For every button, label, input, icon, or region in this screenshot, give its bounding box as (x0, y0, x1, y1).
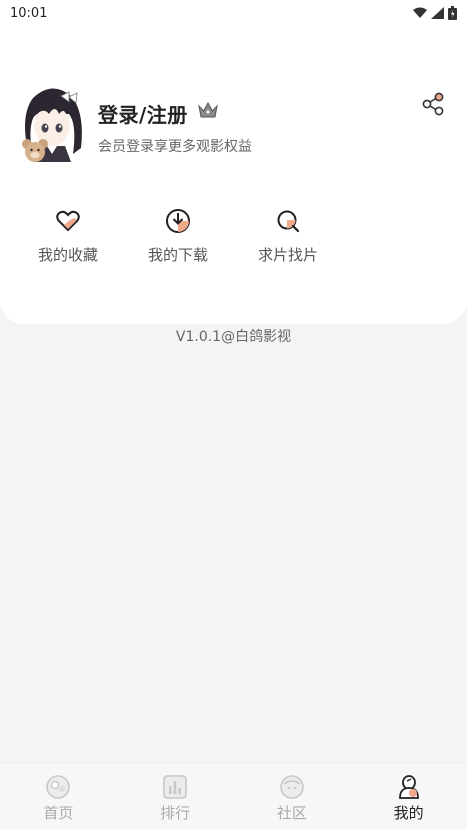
battery-icon (448, 6, 457, 20)
tab-ranking[interactable]: 排行 (117, 764, 234, 830)
tab-label: 排行 (160, 804, 191, 822)
login-subtitle: 会员登录享更多观影权益 (98, 139, 252, 155)
profile-card: 登录/注册 会员登录享更多观影权益 我的收藏 我的下载 求片找片 (0, 0, 467, 324)
ranking-icon (163, 775, 187, 799)
app-version: V1.0.1@白鸽影视 (175, 329, 292, 345)
heart-icon (56, 210, 80, 232)
anime-girl-avatar[interactable] (19, 84, 85, 162)
signal-icon (431, 7, 444, 19)
login-register-button[interactable]: 登录/注册 (98, 99, 188, 128)
quick-action-label: 我的收藏 (37, 246, 98, 264)
status-bar: 10:01 (0, 0, 467, 26)
tab-label: 我的 (393, 804, 424, 822)
home-icon (46, 775, 71, 799)
tab-label: 首页 (43, 804, 74, 822)
bottom-tab-bar: 首页 排行 社区 我的 (0, 763, 467, 830)
quick-action-favorites[interactable]: 我的收藏 (28, 208, 108, 265)
quick-action-downloads[interactable]: 我的下载 (138, 208, 218, 265)
share-icon[interactable] (421, 92, 445, 116)
download-icon (166, 209, 190, 233)
quick-action-label: 我的下载 (147, 246, 208, 264)
tab-community[interactable]: 社区 (234, 764, 351, 830)
search-icon (277, 210, 300, 233)
wifi-icon (413, 7, 427, 18)
status-time: 10:01 (10, 5, 48, 21)
quick-action-label: 求片找片 (257, 246, 318, 264)
tab-profile[interactable]: 我的 (350, 764, 467, 830)
tab-home[interactable]: 首页 (0, 764, 117, 830)
quick-action-request[interactable]: 求片找片 (248, 208, 328, 265)
crown-icon (198, 101, 218, 118)
status-icons (413, 6, 457, 20)
tab-label: 社区 (276, 804, 307, 822)
profile-icon (398, 775, 419, 799)
community-icon (280, 775, 304, 799)
